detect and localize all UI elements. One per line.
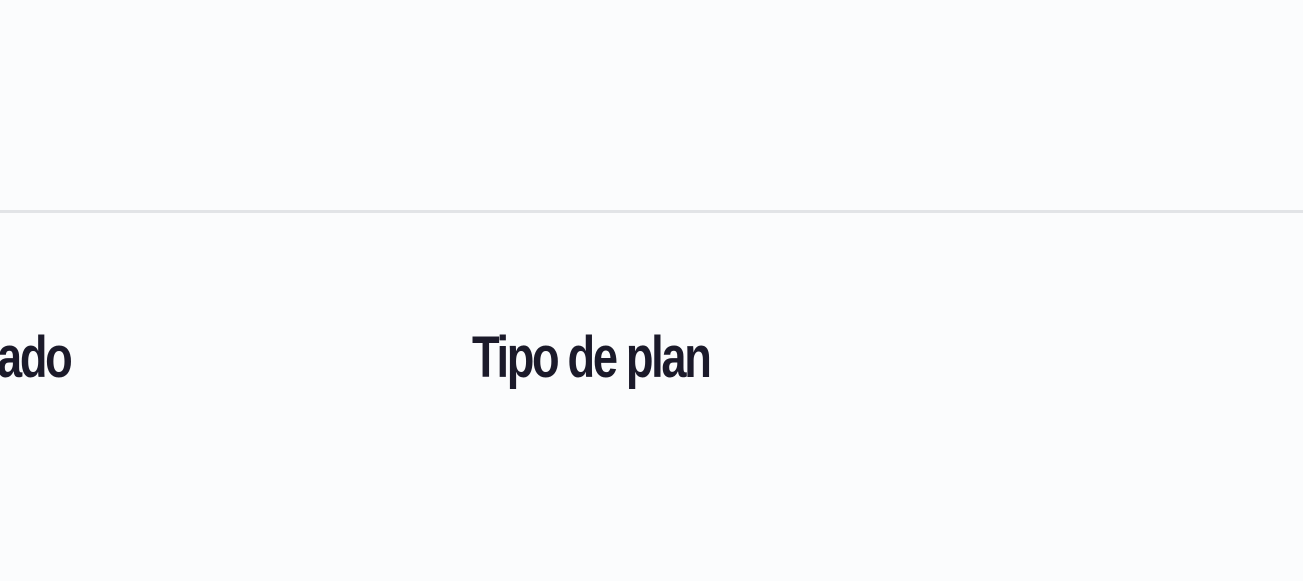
column-header-plan-type[interactable]: Tipo de plan [472,318,712,398]
top-area [0,0,1303,210]
column-header-cropped[interactable]: ado [0,318,72,398]
page: ado Tipo de plan [0,0,1303,581]
